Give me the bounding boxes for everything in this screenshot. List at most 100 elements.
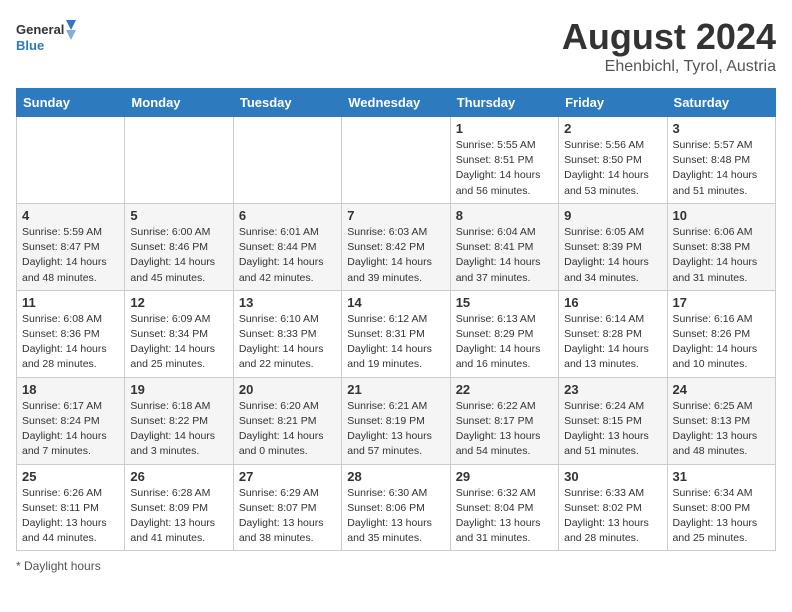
day-info: Sunrise: 6:00 AM Sunset: 8:46 PM Dayligh… (130, 225, 227, 286)
calendar-day-cell: 8 Sunrise: 6:04 AM Sunset: 8:41 PM Daylig… (450, 203, 558, 290)
calendar-day-cell: 10 Sunrise: 6:06 AM Sunset: 8:38 PM Dayli… (667, 203, 775, 290)
calendar-week-row: 11 Sunrise: 6:08 AM Sunset: 8:36 PM Dayli… (17, 290, 776, 377)
day-number: 7 (347, 208, 444, 223)
day-number: 18 (22, 382, 119, 397)
calendar-day-cell: 4 Sunrise: 5:59 AM Sunset: 8:47 PM Daylig… (17, 203, 125, 290)
calendar-day-cell: 23 Sunrise: 6:24 AM Sunset: 8:15 PM Dayli… (559, 377, 667, 464)
day-info: Sunrise: 5:57 AM Sunset: 8:48 PM Dayligh… (673, 138, 770, 199)
day-info: Sunrise: 6:09 AM Sunset: 8:34 PM Dayligh… (130, 312, 227, 373)
calendar-day-cell: 9 Sunrise: 6:05 AM Sunset: 8:39 PM Daylig… (559, 203, 667, 290)
day-number: 23 (564, 382, 661, 397)
day-info: Sunrise: 6:05 AM Sunset: 8:39 PM Dayligh… (564, 225, 661, 286)
calendar-day-cell: 11 Sunrise: 6:08 AM Sunset: 8:36 PM Dayli… (17, 290, 125, 377)
day-number: 4 (22, 208, 119, 223)
calendar-table: SundayMondayTuesdayWednesdayThursdayFrid… (16, 88, 776, 551)
day-number: 27 (239, 469, 336, 484)
calendar-day-cell: 17Sunrise: 6:16 AM Sunset: 8:26 PM Dayli… (667, 290, 775, 377)
calendar-day-cell: 18 Sunrise: 6:17 AM Sunset: 8:24 PM Dayli… (17, 377, 125, 464)
calendar-day-cell: 12 Sunrise: 6:09 AM Sunset: 8:34 PM Dayli… (125, 290, 233, 377)
calendar-day-cell: 2Sunrise: 5:56 AM Sunset: 8:50 PM Daylig… (559, 117, 667, 204)
day-number: 17 (673, 295, 770, 310)
day-info: Sunrise: 6:33 AM Sunset: 8:02 PM Dayligh… (564, 486, 661, 547)
day-info: Sunrise: 6:10 AM Sunset: 8:33 PM Dayligh… (239, 312, 336, 373)
calendar-day-cell: 3 Sunrise: 5:57 AM Sunset: 8:48 PM Daylig… (667, 117, 775, 204)
calendar-day-cell: 26Sunrise: 6:28 AM Sunset: 8:09 PM Dayli… (125, 464, 233, 551)
day-number: 1 (456, 121, 553, 136)
day-number: 13 (239, 295, 336, 310)
svg-text:General: General (16, 22, 64, 37)
day-number: 19 (130, 382, 227, 397)
day-number: 30 (564, 469, 661, 484)
day-info: Sunrise: 6:14 AM Sunset: 8:28 PM Dayligh… (564, 312, 661, 373)
day-info: Sunrise: 5:59 AM Sunset: 8:47 PM Dayligh… (22, 225, 119, 286)
calendar-day-cell: 19 Sunrise: 6:18 AM Sunset: 8:22 PM Dayli… (125, 377, 233, 464)
day-info: Sunrise: 6:04 AM Sunset: 8:41 PM Dayligh… (456, 225, 553, 286)
col-header-friday: Friday (559, 89, 667, 117)
day-number: 14 (347, 295, 444, 310)
calendar-day-cell: 20Sunrise: 6:20 AM Sunset: 8:21 PM Dayli… (233, 377, 341, 464)
day-number: 9 (564, 208, 661, 223)
calendar-header-row: SundayMondayTuesdayWednesdayThursdayFrid… (17, 89, 776, 117)
day-number: 21 (347, 382, 444, 397)
day-number: 3 (673, 121, 770, 136)
day-number: 6 (239, 208, 336, 223)
day-info: Sunrise: 6:24 AM Sunset: 8:15 PM Dayligh… (564, 399, 661, 460)
calendar-day-cell: 29Sunrise: 6:32 AM Sunset: 8:04 PM Dayli… (450, 464, 558, 551)
day-info: Sunrise: 5:55 AM Sunset: 8:51 PM Dayligh… (456, 138, 553, 199)
calendar-day-cell: 5Sunrise: 6:00 AM Sunset: 8:46 PM Daylig… (125, 203, 233, 290)
day-number: 22 (456, 382, 553, 397)
page-header: General Blue August 2024 Ehenbichl, Tyro… (16, 16, 776, 76)
day-info: Sunrise: 6:29 AM Sunset: 8:07 PM Dayligh… (239, 486, 336, 547)
day-info: Sunrise: 6:18 AM Sunset: 8:22 PM Dayligh… (130, 399, 227, 460)
title-block: August 2024 Ehenbichl, Tyrol, Austria (562, 16, 776, 76)
day-number: 8 (456, 208, 553, 223)
day-info: Sunrise: 6:17 AM Sunset: 8:24 PM Dayligh… (22, 399, 119, 460)
location-subtitle: Ehenbichl, Tyrol, Austria (562, 58, 776, 76)
calendar-day-cell: 22 Sunrise: 6:22 AM Sunset: 8:17 PM Dayli… (450, 377, 558, 464)
col-header-sunday: Sunday (17, 89, 125, 117)
day-info: Sunrise: 6:08 AM Sunset: 8:36 PM Dayligh… (22, 312, 119, 373)
day-number: 28 (347, 469, 444, 484)
day-info: Sunrise: 6:01 AM Sunset: 8:44 PM Dayligh… (239, 225, 336, 286)
calendar-day-cell: 13 Sunrise: 6:10 AM Sunset: 8:33 PM Dayli… (233, 290, 341, 377)
calendar-day-cell: 25Sunrise: 6:26 AM Sunset: 8:11 PM Dayli… (17, 464, 125, 551)
col-header-wednesday: Wednesday (342, 89, 450, 117)
daylight-label: Daylight hours (24, 559, 101, 573)
calendar-day-cell: 24 Sunrise: 6:25 AM Sunset: 8:13 PM Dayli… (667, 377, 775, 464)
col-header-saturday: Saturday (667, 89, 775, 117)
day-number: 24 (673, 382, 770, 397)
calendar-day-cell: 6 Sunrise: 6:01 AM Sunset: 8:44 PM Daylig… (233, 203, 341, 290)
day-number: 10 (673, 208, 770, 223)
day-info: Sunrise: 6:25 AM Sunset: 8:13 PM Dayligh… (673, 399, 770, 460)
calendar-week-row: 1 Sunrise: 5:55 AM Sunset: 8:51 PM Daylig… (17, 117, 776, 204)
day-number: 29 (456, 469, 553, 484)
day-info: Sunrise: 6:34 AM Sunset: 8:00 PM Dayligh… (673, 486, 770, 547)
calendar-day-cell: 21Sunrise: 6:21 AM Sunset: 8:19 PM Dayli… (342, 377, 450, 464)
footer-note: * Daylight hours (16, 559, 776, 573)
col-header-thursday: Thursday (450, 89, 558, 117)
calendar-day-cell (342, 117, 450, 204)
col-header-tuesday: Tuesday (233, 89, 341, 117)
svg-text:Blue: Blue (16, 38, 44, 53)
calendar-day-cell (17, 117, 125, 204)
calendar-day-cell: 14Sunrise: 6:12 AM Sunset: 8:31 PM Dayli… (342, 290, 450, 377)
day-info: Sunrise: 6:03 AM Sunset: 8:42 PM Dayligh… (347, 225, 444, 286)
calendar-week-row: 4 Sunrise: 5:59 AM Sunset: 8:47 PM Daylig… (17, 203, 776, 290)
generalblue-logo: General Blue (16, 16, 76, 60)
month-year-title: August 2024 (562, 16, 776, 58)
day-info: Sunrise: 6:22 AM Sunset: 8:17 PM Dayligh… (456, 399, 553, 460)
calendar-day-cell: 7 Sunrise: 6:03 AM Sunset: 8:42 PM Daylig… (342, 203, 450, 290)
calendar-day-cell: 15Sunrise: 6:13 AM Sunset: 8:29 PM Dayli… (450, 290, 558, 377)
calendar-week-row: 18 Sunrise: 6:17 AM Sunset: 8:24 PM Dayli… (17, 377, 776, 464)
day-number: 26 (130, 469, 227, 484)
calendar-week-row: 25Sunrise: 6:26 AM Sunset: 8:11 PM Dayli… (17, 464, 776, 551)
col-header-monday: Monday (125, 89, 233, 117)
logo: General Blue (16, 16, 76, 60)
calendar-day-cell (233, 117, 341, 204)
day-info: Sunrise: 6:30 AM Sunset: 8:06 PM Dayligh… (347, 486, 444, 547)
day-info: Sunrise: 6:06 AM Sunset: 8:38 PM Dayligh… (673, 225, 770, 286)
day-number: 11 (22, 295, 119, 310)
day-number: 12 (130, 295, 227, 310)
calendar-day-cell: 31Sunrise: 6:34 AM Sunset: 8:00 PM Dayli… (667, 464, 775, 551)
day-info: Sunrise: 6:26 AM Sunset: 8:11 PM Dayligh… (22, 486, 119, 547)
